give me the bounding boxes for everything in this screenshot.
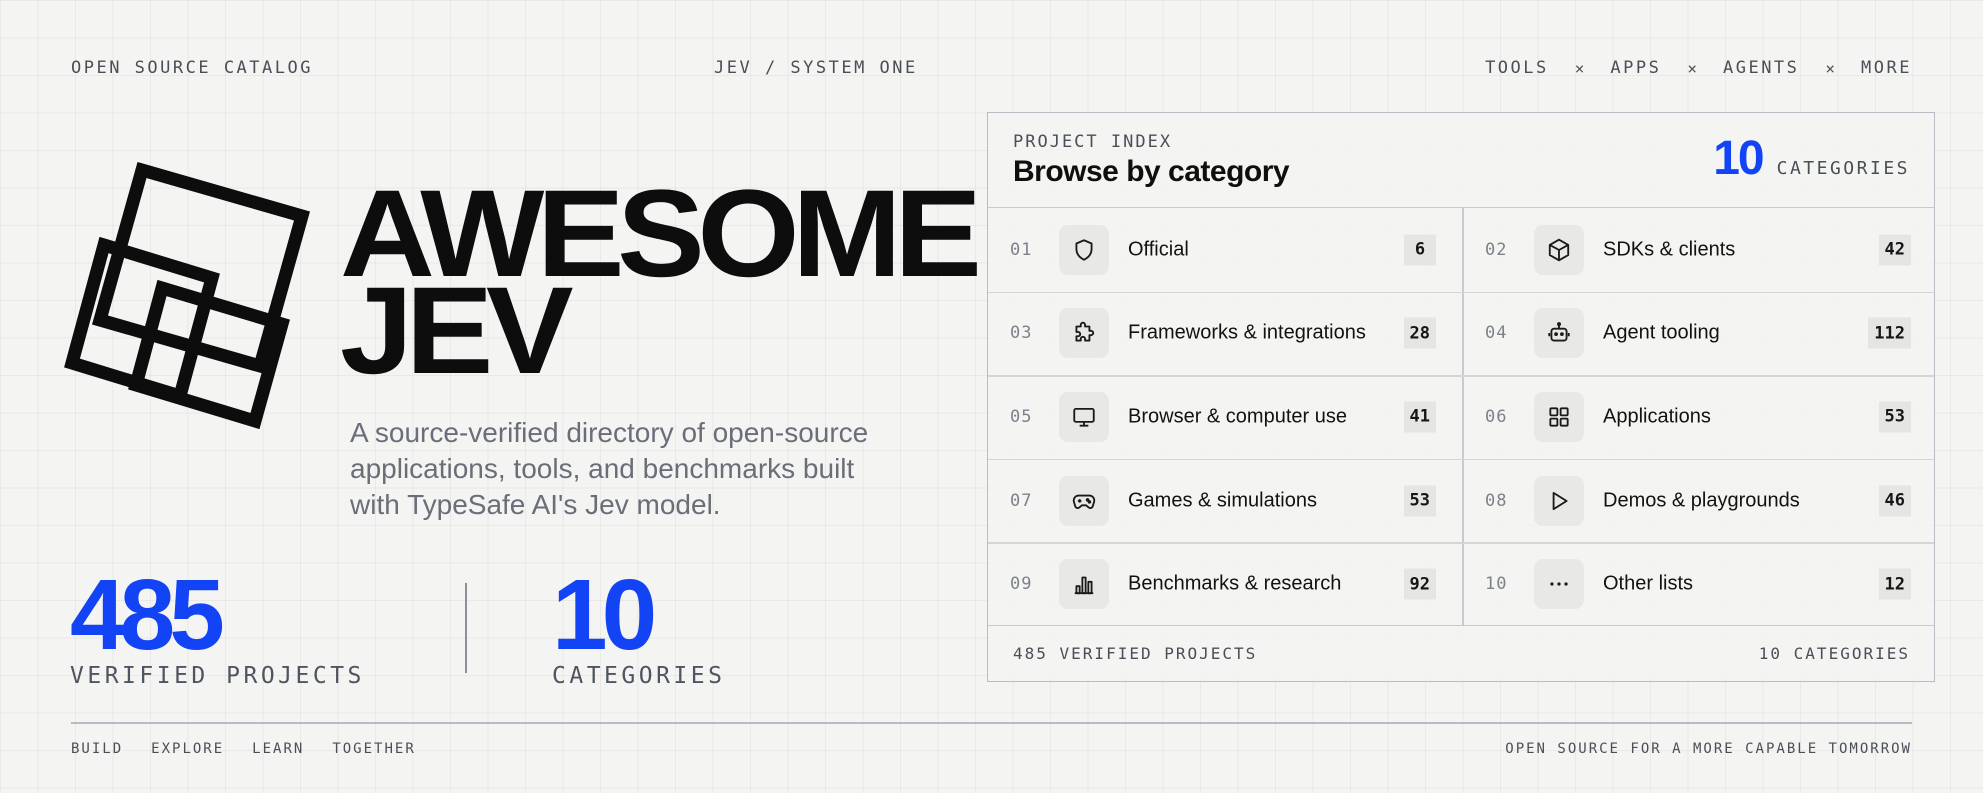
hero-subtitle: A source-verified directory of open-sour… bbox=[350, 417, 869, 520]
cube-icon bbox=[1534, 224, 1584, 275]
category-item-demos[interactable]: 08 Demos & playgrounds 46 bbox=[1463, 459, 1937, 543]
category-index: 08 bbox=[1485, 490, 1508, 511]
nav-link-agents[interactable]: AGENTS bbox=[1723, 58, 1799, 78]
stat-projects-value: 485 bbox=[70, 559, 225, 671]
more-dots-icon bbox=[1534, 559, 1584, 610]
catalog-label: OPEN SOURCE CATALOG bbox=[71, 58, 313, 78]
category-count-badge: 41 bbox=[1403, 401, 1436, 433]
gamepad-icon bbox=[1059, 475, 1109, 526]
top-nav: TOOLS × APPS × AGENTS × MORE bbox=[1485, 58, 1912, 78]
category-item-browser[interactable]: 05 Browser & computer use 41 bbox=[988, 375, 1462, 459]
nav-separator: × bbox=[1825, 58, 1836, 78]
category-count-badge: 46 bbox=[1878, 485, 1911, 517]
footer-tag-learn: LEARN bbox=[252, 741, 305, 757]
nav-separator: × bbox=[1574, 58, 1585, 78]
category-item-games[interactable]: 07 Games & simulations 53 bbox=[988, 459, 1462, 543]
footer-tag-build: BUILD bbox=[71, 741, 124, 757]
card-count-label: CATEGORIES bbox=[1776, 158, 1910, 179]
category-item-sdks[interactable]: 02 SDKs & clients 42 bbox=[1463, 208, 1937, 292]
category-count-badge: 53 bbox=[1878, 401, 1911, 433]
category-name: Official bbox=[1128, 238, 1189, 261]
category-name: SDKs & clients bbox=[1603, 238, 1736, 261]
stat-categories-label: CATEGORIES bbox=[552, 663, 726, 689]
stat-projects: 485 VERIFIED PROJECTS bbox=[70, 565, 365, 689]
system-label: JEV / SYSTEM ONE bbox=[714, 58, 918, 78]
card-count-value: 10 bbox=[1713, 132, 1764, 185]
nav-separator: × bbox=[1687, 58, 1697, 78]
puzzle-icon bbox=[1059, 308, 1109, 359]
category-count-badge: 28 bbox=[1403, 317, 1436, 349]
category-index: 01 bbox=[1010, 239, 1033, 260]
category-index: 06 bbox=[1485, 406, 1508, 427]
footer-tags: BUILD EXPLORE LEARN TOGETHER bbox=[71, 741, 416, 757]
category-index: 09 bbox=[1010, 574, 1033, 595]
category-index: 03 bbox=[1010, 323, 1033, 344]
category-name: Applications bbox=[1603, 405, 1711, 428]
nav-link-more[interactable]: MORE bbox=[1861, 58, 1912, 78]
project-index-card: PROJECT INDEX Browse by category 10 CATE… bbox=[987, 112, 1935, 682]
category-index: 02 bbox=[1485, 239, 1508, 260]
stat-projects-label: VERIFIED PROJECTS bbox=[70, 663, 365, 689]
grid-icon bbox=[1534, 391, 1584, 442]
play-icon bbox=[1534, 475, 1584, 526]
card-category-count: 10 CATEGORIES bbox=[1713, 131, 1910, 186]
card-footer-categories: 10 CATEGORIES bbox=[1758, 644, 1910, 663]
category-name: Benchmarks & research bbox=[1128, 572, 1342, 595]
category-name: Games & simulations bbox=[1128, 489, 1317, 512]
bar-chart-icon bbox=[1059, 559, 1109, 610]
footer-divider bbox=[71, 722, 1912, 724]
card-footer-projects: 485 VERIFIED PROJECTS bbox=[1013, 644, 1258, 663]
hero-title: AWESOME JEV bbox=[340, 172, 982, 393]
category-item-official[interactable]: 01 Official 6 bbox=[988, 208, 1462, 292]
category-item-agent-tooling[interactable]: 04 Agent tooling 112 bbox=[1463, 292, 1937, 376]
stat-categories: 10 CATEGORIES bbox=[552, 565, 725, 689]
category-index: 04 bbox=[1485, 323, 1508, 344]
category-grid: 01 Official 6 02 SDKs & clients 42 03 Fr… bbox=[988, 208, 1934, 626]
category-count-badge: 112 bbox=[1868, 317, 1911, 349]
category-count-badge: 42 bbox=[1878, 234, 1911, 266]
category-count-badge: 6 bbox=[1404, 234, 1436, 266]
category-count-badge: 12 bbox=[1878, 568, 1911, 600]
category-count-badge: 92 bbox=[1403, 568, 1436, 600]
category-item-other-lists[interactable]: 10 Other lists 12 bbox=[1463, 542, 1937, 626]
nav-link-tools[interactable]: TOOLS bbox=[1485, 58, 1549, 78]
category-name: Other lists bbox=[1603, 572, 1694, 595]
category-name: Browser & computer use bbox=[1128, 405, 1347, 428]
footer-tag-explore: EXPLORE bbox=[151, 741, 225, 757]
footer-tagline: OPEN SOURCE FOR A MORE CAPABLE TOMORROW bbox=[1505, 741, 1912, 757]
nav-link-apps[interactable]: APPS bbox=[1610, 58, 1661, 78]
category-index: 05 bbox=[1010, 406, 1033, 427]
stats-divider bbox=[465, 583, 467, 673]
card-footer: 485 VERIFIED PROJECTS 10 CATEGORIES bbox=[988, 625, 1934, 681]
top-bar: OPEN SOURCE CATALOG JEV / SYSTEM ONE TOO… bbox=[71, 58, 1912, 82]
logo-icon bbox=[64, 161, 310, 430]
footer-tag-together: TOGETHER bbox=[332, 741, 416, 757]
category-index: 10 bbox=[1485, 574, 1508, 595]
category-name: Frameworks & integrations bbox=[1128, 321, 1366, 344]
category-count-badge: 53 bbox=[1403, 485, 1436, 517]
category-name: Demos & playgrounds bbox=[1603, 489, 1800, 512]
shield-icon bbox=[1059, 224, 1109, 275]
card-header: PROJECT INDEX Browse by category 10 CATE… bbox=[988, 113, 1934, 208]
category-item-applications[interactable]: 06 Applications 53 bbox=[1463, 375, 1937, 459]
card-title: Browse by category bbox=[1013, 155, 1290, 188]
monitor-icon bbox=[1059, 391, 1109, 442]
robot-icon bbox=[1534, 308, 1584, 359]
category-name: Agent tooling bbox=[1603, 321, 1720, 344]
card-kicker: PROJECT INDEX bbox=[1013, 132, 1173, 152]
stat-categories-value: 10 bbox=[552, 559, 657, 671]
category-item-frameworks[interactable]: 03 Frameworks & integrations 28 bbox=[988, 292, 1462, 376]
category-item-benchmarks[interactable]: 09 Benchmarks & research 92 bbox=[988, 542, 1462, 626]
category-index: 07 bbox=[1010, 490, 1033, 511]
